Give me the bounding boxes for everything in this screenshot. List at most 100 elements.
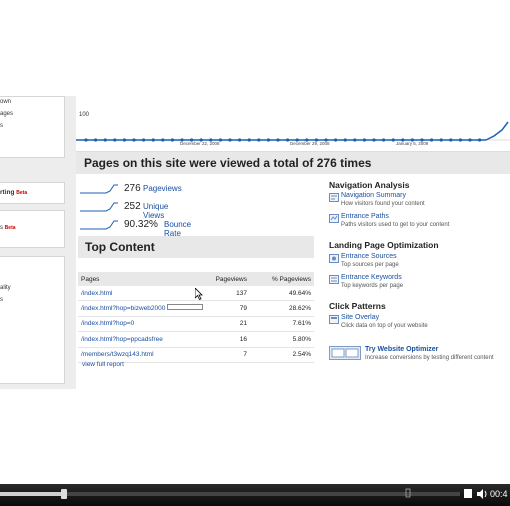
pageviews-cell: 21	[194, 316, 250, 333]
sparkline-icon	[80, 220, 118, 230]
entrance-sources-link[interactable]: Entrance Sources	[341, 253, 397, 260]
entrance-sources-icon	[329, 254, 339, 263]
chart-point	[430, 138, 434, 142]
sidebar-item[interactable]: s	[0, 297, 3, 303]
metric-value: 252	[124, 201, 141, 212]
percent-cell: 5.80%	[250, 331, 314, 348]
sidebar-middle-box: s Beta	[0, 210, 65, 248]
chart-point	[449, 138, 453, 142]
column-header[interactable]: % Pageviews	[250, 272, 314, 286]
top-content-title: Top Content	[85, 240, 155, 254]
item-description: Top sources per page	[341, 262, 399, 268]
section-heading: Landing Page Optimization	[329, 240, 439, 250]
sidebar-item-label: s	[0, 225, 3, 231]
chart-point	[257, 138, 261, 142]
metric-link[interactable]: Pageviews	[143, 184, 182, 193]
site-overlay-link[interactable]: Site Overlay	[341, 314, 379, 321]
seek-handle[interactable]	[61, 489, 68, 499]
chart-point	[266, 138, 270, 142]
mouse-cursor-icon	[195, 288, 203, 300]
x-axis-date-label: January 5, 2009	[396, 141, 429, 146]
beta-badge: Beta	[16, 190, 28, 196]
column-header[interactable]: Pageviews	[194, 272, 250, 286]
chart-point	[122, 138, 126, 142]
summary-title-bar: Pages on this site were viewed a total o…	[76, 152, 510, 174]
chart-point	[458, 138, 462, 142]
view-full-report-link[interactable]: view full report	[82, 361, 124, 368]
seek-bar[interactable]	[0, 489, 460, 499]
sidebar-item[interactable]: own	[0, 99, 11, 105]
entrance-paths-icon	[329, 214, 339, 223]
chart-point	[94, 138, 98, 142]
analytics-page: own ages s rting Beta s Beta ality s 100	[0, 96, 510, 389]
chart-point	[228, 138, 232, 142]
sidebar-item[interactable]: s Beta	[0, 225, 16, 231]
chart-point	[151, 138, 155, 142]
percent-cell: 49.64%	[250, 286, 314, 302]
percent-cell: 7.61%	[250, 316, 314, 333]
chart-point	[113, 138, 117, 142]
metric-value: 276	[124, 183, 141, 194]
video-frame: own ages s rting Beta s Beta ality s 100	[0, 0, 510, 484]
page-link[interactable]: /index.html?hop=bizweb2000	[81, 305, 165, 312]
chart-point	[334, 138, 338, 142]
data-line-spike	[485, 121, 509, 141]
entrance-keywords-icon	[329, 275, 339, 284]
table-header-row: Pages Pageviews % Pageviews	[78, 272, 314, 286]
metric-value: 90.32%	[124, 219, 158, 230]
chart-point	[286, 138, 290, 142]
y-axis-tick-label: 100	[79, 112, 90, 118]
chart-point	[170, 138, 174, 142]
percent-cell: 2.54%	[250, 347, 314, 363]
navigation-summary-icon	[329, 193, 339, 202]
chart-point	[161, 138, 165, 142]
item-description: Click data on top of your website	[341, 323, 428, 329]
sidebar-item-starting[interactable]: rting Beta	[0, 189, 27, 196]
sidebar-item[interactable]: ages	[0, 111, 13, 117]
page-link[interactable]: /index.html?hop=ppcadsfree	[81, 336, 163, 343]
page-link[interactable]: /index.html	[81, 290, 112, 297]
chart-svg: 100 December 22, 2008 December 29, 2008 …	[76, 112, 510, 146]
chart-point	[343, 138, 347, 142]
metric-link[interactable]: Unique Views	[143, 202, 168, 220]
sidebar-item[interactable]: ality	[0, 285, 11, 291]
seek-bar-progress	[0, 492, 65, 496]
top-content-table: Pages Pageviews % Pageviews /index.html …	[78, 272, 314, 363]
stop-button[interactable]	[464, 489, 472, 498]
chart-point	[391, 138, 395, 142]
entrance-keywords-link[interactable]: Entrance Keywords	[341, 274, 402, 281]
top-content-title-bar: Top Content	[78, 236, 314, 258]
percent-cell: 28.62%	[250, 300, 314, 317]
page-link[interactable]: /index.html?hop=0	[81, 320, 134, 327]
chart-point	[439, 138, 443, 142]
chart-point	[132, 138, 136, 142]
chart-point	[238, 138, 242, 142]
sidebar-item[interactable]: s	[0, 123, 3, 129]
pageviews-chart: 100 December 22, 2008 December 29, 2008 …	[76, 96, 510, 152]
item-description: Top keywords per page	[341, 283, 404, 289]
page-link[interactable]: /members/t3wzq143.html	[81, 351, 154, 358]
chart-point	[247, 138, 251, 142]
sidebar-menu-box: own ages s	[0, 96, 65, 158]
chart-point	[276, 138, 280, 142]
chart-point	[468, 138, 472, 142]
section-heading: Click Patterns	[329, 301, 386, 311]
chart-point	[142, 138, 146, 142]
volume-icon[interactable]	[476, 488, 488, 500]
section-heading: Navigation Analysis	[329, 180, 410, 190]
page-cell: /index.html	[78, 286, 194, 302]
entrance-paths-link[interactable]: Entrance Paths	[341, 213, 389, 220]
table-row: /index.html?hop=ppcadsfree 16 5.80%	[78, 331, 314, 348]
website-optimizer-link[interactable]: Try Website Optimizer	[365, 346, 438, 353]
sidebar-starting-box: rting Beta	[0, 182, 65, 204]
main-content: 100 December 22, 2008 December 29, 2008 …	[76, 96, 510, 389]
chart-point	[372, 138, 376, 142]
pageviews-cell: 16	[194, 331, 250, 348]
site-overlay-icon	[329, 315, 339, 324]
summary-title: Pages on this site were viewed a total o…	[84, 156, 372, 170]
chart-point	[84, 138, 88, 142]
table-row: /index.html?hop=0 21 7.61%	[78, 316, 314, 333]
navigation-summary-link[interactable]: Navigation Summary	[341, 192, 406, 199]
buffer-marker-icon	[405, 488, 411, 498]
column-header[interactable]: Pages	[78, 272, 194, 286]
